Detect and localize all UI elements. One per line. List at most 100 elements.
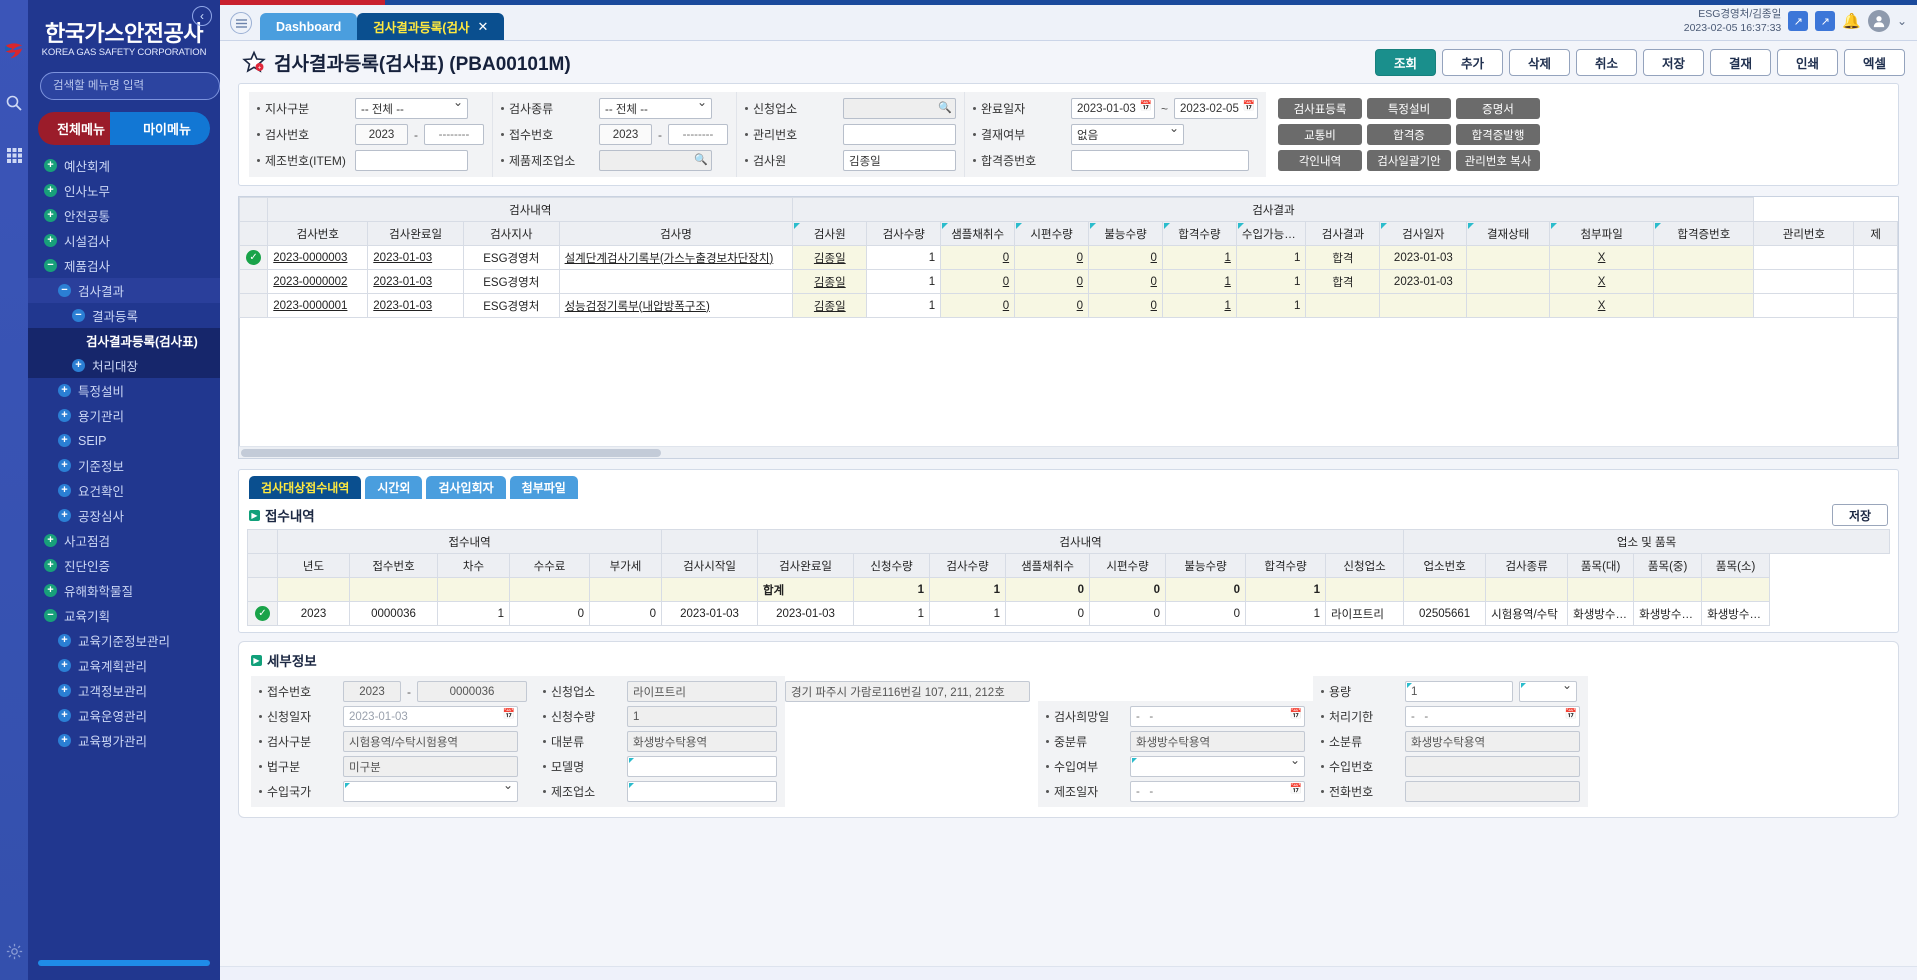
calendar-icon[interactable]: 📅 xyxy=(1290,709,1302,720)
column-header-합격증번호[interactable]: 합격증번호 xyxy=(1654,222,1754,246)
capacity-unit-select[interactable] xyxy=(1519,681,1577,702)
expand-icon[interactable]: + xyxy=(58,659,71,672)
expand-icon[interactable]: + xyxy=(58,459,71,472)
column-header-품목(중)[interactable]: 품목(중) xyxy=(1634,554,1702,578)
column-header-검사완료일[interactable]: 검사완료일 xyxy=(758,554,854,578)
sidebar-item-1[interactable]: +인사노무 xyxy=(28,178,220,203)
filter-button-합격증[interactable]: 합격증 xyxy=(1367,124,1451,145)
column-header-검사수량[interactable]: 검사수량 xyxy=(930,554,1006,578)
column-header-신청업소[interactable]: 신청업소 xyxy=(1326,554,1404,578)
cell-불능수량[interactable]: 0 xyxy=(1089,246,1163,270)
expand-icon[interactable]: + xyxy=(58,634,71,647)
cell-검사번호[interactable]: 2023-0000003 xyxy=(268,246,368,270)
cell-샘플채취수[interactable]: 0 xyxy=(941,246,1015,270)
cell-검사수량[interactable]: 1 xyxy=(867,270,941,294)
receipt-no-num-input[interactable] xyxy=(417,681,527,702)
product-maker-input[interactable] xyxy=(599,150,712,171)
column-header-결재상태[interactable]: 결재상태 xyxy=(1467,222,1550,246)
sidebar-item-21[interactable]: +고객정보관리 xyxy=(28,678,220,703)
column-header-년도[interactable]: 년도 xyxy=(278,554,350,578)
approval-status-select[interactable] xyxy=(1071,124,1184,145)
column-header-sel[interactable] xyxy=(248,554,278,578)
receipt-no-year[interactable] xyxy=(599,124,652,145)
column-header-수입가능잔량[interactable]: 수입가능잔량 xyxy=(1236,222,1306,246)
calendar-icon[interactable]: 📅 xyxy=(503,709,515,720)
column-header-업소번호[interactable]: 업소번호 xyxy=(1404,554,1486,578)
expand-icon[interactable]: + xyxy=(44,534,57,547)
receipt-no-seq[interactable] xyxy=(668,124,728,145)
column-header-차수[interactable]: 차수 xyxy=(438,554,510,578)
calendar-icon[interactable]: 📅 xyxy=(1140,101,1152,112)
expand-icon[interactable]: + xyxy=(44,184,57,197)
expand-icon[interactable]: + xyxy=(58,409,71,422)
external-link-icon-1[interactable]: ↗ xyxy=(1788,11,1808,31)
column-header-검사종류[interactable]: 검사종류 xyxy=(1486,554,1568,578)
process-deadline-input[interactable] xyxy=(1405,706,1580,727)
action-button-결재[interactable]: 결재 xyxy=(1710,49,1771,76)
receipt-no-year-input[interactable] xyxy=(343,681,401,702)
sidebar-item-16[interactable]: +진단인증 xyxy=(28,553,220,578)
address-input[interactable] xyxy=(785,681,1030,702)
cell-검사명[interactable]: 설계단계검사기록부(가스누출경보차단장치) xyxy=(559,246,793,270)
sidebar-item-8[interactable]: +처리대장 xyxy=(28,353,220,378)
expand-icon[interactable]: + xyxy=(44,559,57,572)
tab-dashboard[interactable]: Dashboard xyxy=(260,13,357,40)
column-header-불능수량[interactable]: 불능수량 xyxy=(1089,222,1163,246)
branch-type-select[interactable] xyxy=(355,98,468,119)
cell-검사수량[interactable]: 1 xyxy=(867,294,941,318)
sidebar-item-10[interactable]: +용기관리 xyxy=(28,403,220,428)
minor-category-input[interactable] xyxy=(1405,731,1580,752)
action-button-삭제[interactable]: 삭제 xyxy=(1509,49,1570,76)
rail-settings-icon[interactable] xyxy=(3,940,25,962)
expand-icon[interactable]: + xyxy=(44,234,57,247)
column-header-검사완료일[interactable]: 검사완료일 xyxy=(368,222,464,246)
column-header-검사일자[interactable]: 검사일자 xyxy=(1380,222,1467,246)
expand-icon[interactable]: + xyxy=(58,509,71,522)
cell-검사완료일[interactable]: 2023-01-03 xyxy=(368,294,464,318)
apply-qty-input[interactable] xyxy=(627,706,777,727)
sidebar-item-7[interactable]: 검사결과등록(검사표) xyxy=(28,328,220,353)
column-header-제[interactable]: 제 xyxy=(1854,222,1898,246)
cell-검사일자[interactable]: 2023-01-03 xyxy=(1380,246,1467,270)
table-row[interactable]: ✓2023-00000032023-01-03ESG경영처설계단계검사기록부(가… xyxy=(240,246,1898,270)
filter-button-검사표등록[interactable]: 검사표등록 xyxy=(1278,98,1362,119)
manufacture-date-input[interactable] xyxy=(1130,781,1305,802)
manufacture-no-input[interactable] xyxy=(355,150,468,171)
cell-검사원[interactable]: 김종일 xyxy=(793,270,867,294)
collapse-icon[interactable]: − xyxy=(44,259,57,272)
sidebar-item-9[interactable]: +특정설비 xyxy=(28,378,220,403)
cell-검사지사[interactable]: ESG경영처 xyxy=(463,246,559,270)
cell-수입가능잔량[interactable]: 1 xyxy=(1236,270,1306,294)
sidebar-item-22[interactable]: +교육운영관리 xyxy=(28,703,220,728)
inspection-no-seq[interactable] xyxy=(424,124,484,145)
cell-불능수량[interactable]: 0 xyxy=(1089,294,1163,318)
column-header-검사원[interactable]: 검사원 xyxy=(793,222,867,246)
table-row[interactable]: ✓202300000361002023-01-032023-01-0311000… xyxy=(248,602,1890,626)
filter-button-증명서[interactable]: 증명서 xyxy=(1456,98,1540,119)
sidebar-item-12[interactable]: +기준정보 xyxy=(28,453,220,478)
cell-검사결과[interactable]: 합격 xyxy=(1306,246,1380,270)
cell-합격수량[interactable]: 1 xyxy=(1162,294,1236,318)
import-country-select[interactable] xyxy=(343,781,518,802)
sidebar-item-18[interactable]: −교육기획 xyxy=(28,603,220,628)
cell-검사지사[interactable]: ESG경영처 xyxy=(463,294,559,318)
rail-apps-icon[interactable] xyxy=(3,144,25,166)
column-header-검사결과[interactable]: 검사결과 xyxy=(1306,222,1380,246)
major-category-input[interactable] xyxy=(627,731,777,752)
sidebar-item-23[interactable]: +교육평가관리 xyxy=(28,728,220,753)
capacity-input[interactable] xyxy=(1405,681,1513,702)
cell-검사원[interactable]: 김종일 xyxy=(793,294,867,318)
rail-search-icon[interactable] xyxy=(3,92,25,114)
cell-샘플채취수[interactable]: 0 xyxy=(941,294,1015,318)
sidebar-item-2[interactable]: +안전공통 xyxy=(28,203,220,228)
collapse-icon[interactable]: − xyxy=(72,309,85,322)
column-header-품목(대)[interactable]: 품목(대) xyxy=(1568,554,1634,578)
menu-search-input[interactable] xyxy=(40,72,220,100)
cell-수입가능잔량[interactable]: 1 xyxy=(1236,246,1306,270)
cell-첨부파일[interactable]: X xyxy=(1549,270,1653,294)
filter-button-교통비[interactable]: 교통비 xyxy=(1278,124,1362,145)
collapse-icon[interactable]: − xyxy=(58,284,71,297)
import-flag-select[interactable] xyxy=(1130,756,1305,777)
calendar-icon[interactable]: 📅 xyxy=(1243,101,1255,112)
cell-검사완료일[interactable]: 2023-01-03 xyxy=(368,246,464,270)
